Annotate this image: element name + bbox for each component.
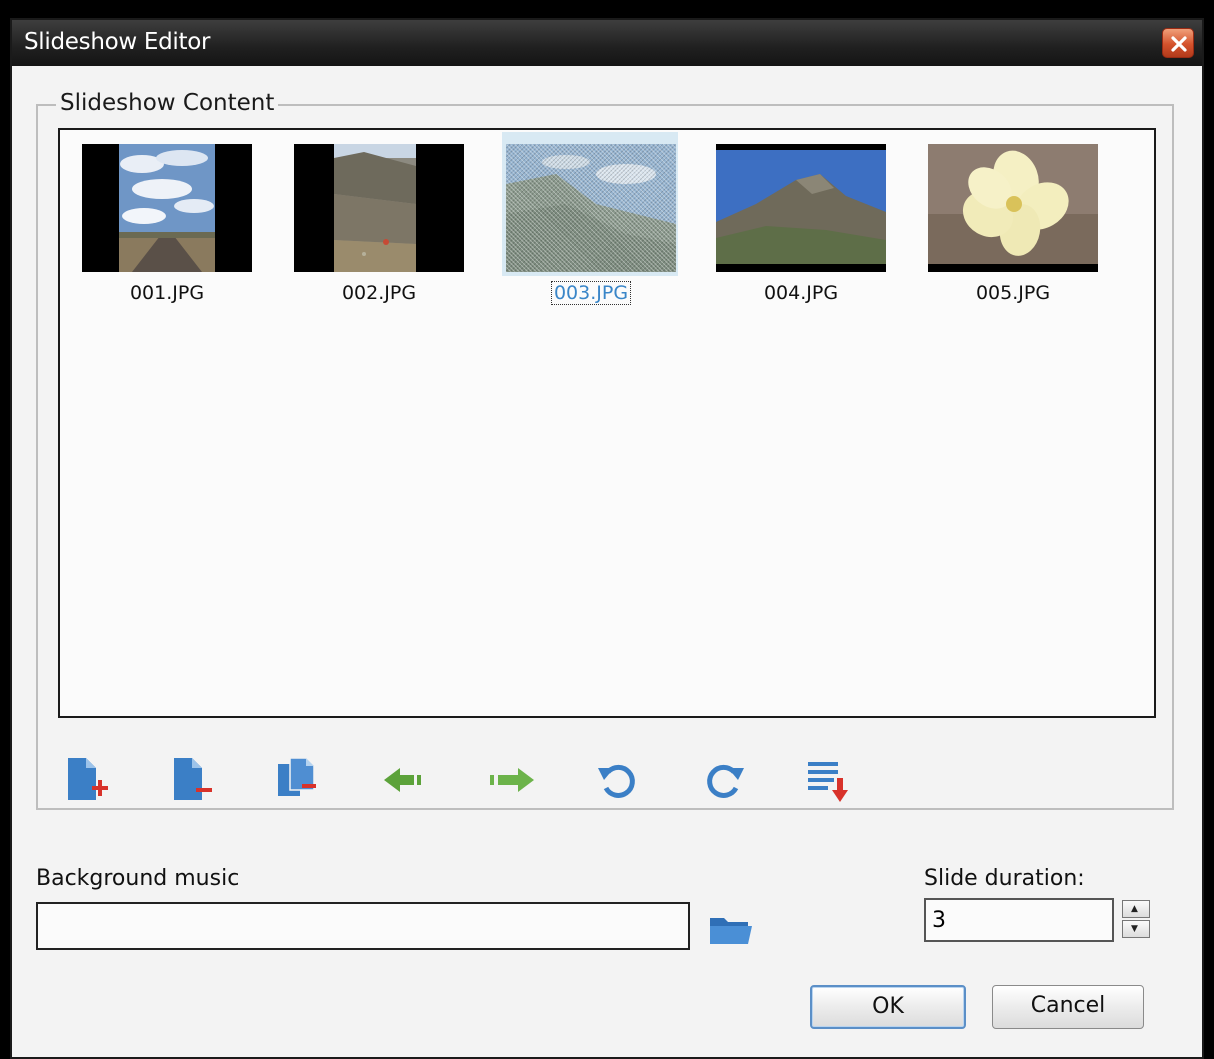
move-right-icon xyxy=(490,768,534,792)
sort-icon xyxy=(808,762,848,802)
slideshow-content-legend: Slideshow Content xyxy=(56,90,279,116)
spin-down-button[interactable]: ▼ xyxy=(1122,920,1150,938)
slide-thumbnail-004[interactable] xyxy=(716,144,886,272)
slide-name-005: 005.JPG xyxy=(975,282,1051,304)
rotate-right-button[interactable] xyxy=(700,756,748,804)
background-music-label: Background music xyxy=(36,866,240,891)
down-arrow-icon: ▼ xyxy=(1131,924,1138,934)
move-left-icon xyxy=(384,768,421,792)
slide-name-002: 002.JPG xyxy=(341,282,417,304)
slide-name-004: 004.JPG xyxy=(763,282,839,304)
remove-slide-icon xyxy=(174,758,212,800)
move-right-button[interactable] xyxy=(488,756,536,804)
remove-all-slides-icon xyxy=(278,757,316,796)
rotate-left-button[interactable] xyxy=(594,756,642,804)
slide-thumbnail-005[interactable] xyxy=(928,144,1098,272)
title-bar[interactable]: Slideshow Editor xyxy=(12,20,1202,66)
up-arrow-icon: ▲ xyxy=(1131,904,1138,914)
remove-slide-button[interactable] xyxy=(170,756,218,804)
window-title: Slideshow Editor xyxy=(24,29,211,55)
slide-name-003: 003.JPG xyxy=(550,281,632,305)
slide-duration-label: Slide duration: xyxy=(924,866,1085,891)
ok-button[interactable]: OK xyxy=(810,985,966,1029)
slide-duration-input[interactable] xyxy=(924,898,1114,942)
close-icon xyxy=(1171,36,1187,52)
slide-list[interactable]: 001.JPG 002.JPG 003.JPG 004.JPG 005.JPG xyxy=(58,128,1156,718)
remove-all-slides-button[interactable] xyxy=(276,756,324,804)
close-button[interactable] xyxy=(1162,28,1194,58)
slide-name-001: 001.JPG xyxy=(129,282,205,304)
slide-thumbnail-002[interactable] xyxy=(294,144,464,272)
slideshow-editor-window: Slideshow Editor Slideshow Content 001.J… xyxy=(10,18,1204,1059)
slide-duration-spinner: ▲ ▼ xyxy=(1122,900,1152,940)
move-left-button[interactable] xyxy=(382,756,430,804)
spin-up-button[interactable]: ▲ xyxy=(1122,900,1150,918)
rotate-left-icon xyxy=(598,764,635,798)
slide-thumbnail-001[interactable] xyxy=(82,144,252,272)
browse-music-button[interactable] xyxy=(708,912,754,948)
background-music-input[interactable] xyxy=(36,902,690,950)
selection-overlay xyxy=(506,144,676,272)
rotate-right-icon xyxy=(707,764,744,798)
folder-icon xyxy=(710,918,752,944)
add-slide-button[interactable] xyxy=(64,756,112,804)
add-slide-icon xyxy=(68,758,108,800)
sort-button[interactable] xyxy=(806,756,854,804)
cancel-button[interactable]: Cancel xyxy=(992,985,1144,1029)
